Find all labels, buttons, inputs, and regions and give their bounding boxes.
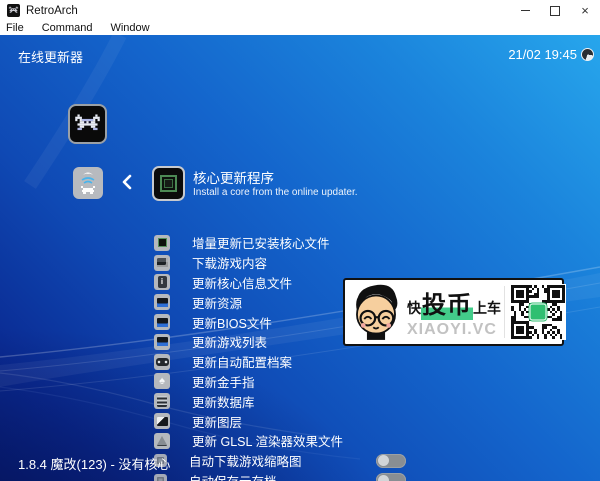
- list-item[interactable]: 自动保存云存档: [154, 471, 454, 481]
- toggle-switch[interactable]: [376, 454, 406, 468]
- list-item[interactable]: 更新图层: [154, 411, 454, 431]
- updater-menu-list: 增量更新已安装核心文件下载游戏内容更新核心信息文件更新资源更新BIOS文件更新游…: [154, 233, 454, 481]
- list-item[interactable]: 更新 GLSL 渲染器效果文件: [154, 431, 454, 451]
- retroarch-invader-glyph: [8, 6, 19, 15]
- menu-file[interactable]: File: [6, 22, 24, 34]
- retroarch-invader-glyph: [73, 114, 102, 135]
- list-item[interactable]: 更新自动配置档案: [154, 352, 454, 372]
- cartoon-avatar: [347, 280, 405, 345]
- core-updater-icon[interactable]: [152, 166, 185, 201]
- list-item[interactable]: 自动下载游戏缩略图: [154, 451, 454, 471]
- watermark-divider: [504, 286, 505, 338]
- retroarch-logo: [68, 104, 107, 144]
- menu-bar: File Command Window: [0, 21, 600, 35]
- chip-icon: [154, 235, 170, 251]
- shader-icon: [154, 433, 170, 449]
- maximize-icon: [550, 6, 560, 16]
- page-title: 在线更新器: [18, 47, 83, 66]
- list-item-label: 自动下载游戏缩略图: [189, 451, 302, 470]
- list-item-label: 更新 GLSL 渲染器效果文件: [192, 431, 343, 450]
- archive-icon: [154, 294, 170, 310]
- list-item-label: 更新自动配置档案: [192, 352, 292, 371]
- online-updater-icon[interactable]: [73, 167, 103, 199]
- back-chevron-icon: [121, 174, 132, 195]
- list-item-label: 增量更新已安装核心文件: [192, 233, 330, 252]
- slogan-emphasis: 投币: [421, 285, 473, 320]
- xmb-stage: 在线更新器 21/02 19:45: [0, 35, 600, 481]
- app-icon: [7, 4, 20, 17]
- version-status: 1.8.4 魔改(123) - 没有核心: [18, 454, 170, 473]
- list-item-label: 自动保存云存档: [189, 471, 277, 481]
- database-icon: [154, 393, 170, 409]
- toggle-switch[interactable]: [376, 473, 406, 481]
- minimize-icon: [521, 10, 530, 11]
- download-waves-glyph: [77, 171, 99, 195]
- qr-code: [510, 284, 566, 340]
- menu-command[interactable]: Command: [42, 22, 93, 34]
- qr-center-logo: [530, 304, 547, 321]
- retroarch-window: RetroArch × File Command Window 在线更新器 21…: [0, 0, 600, 481]
- list-item[interactable]: 更新金手指: [154, 372, 454, 392]
- minimize-button[interactable]: [510, 0, 540, 21]
- overlay-icon: [154, 413, 170, 429]
- slogan-suffix: 上车: [473, 298, 501, 318]
- archive-icon: [154, 334, 170, 350]
- clock-text: 21/02 19:45: [508, 47, 577, 62]
- core-chip-icon: [160, 175, 177, 192]
- list-item-label: 更新图层: [192, 412, 242, 431]
- selected-entry-title: 核心更新程序: [193, 167, 274, 187]
- menu-window[interactable]: Window: [110, 22, 149, 34]
- close-icon: ×: [581, 4, 589, 17]
- info-icon: [154, 274, 170, 290]
- window-title: RetroArch: [26, 5, 78, 17]
- close-button[interactable]: ×: [570, 0, 600, 21]
- gamepad-icon: [154, 354, 170, 370]
- disk-icon: [154, 255, 170, 271]
- list-item-label: 下载游戏内容: [192, 253, 267, 272]
- watermark-slogan: 快 投币 上车: [407, 285, 501, 320]
- battery-icon: [581, 48, 594, 61]
- list-item-label: 更新资源: [192, 293, 242, 312]
- slogan-prefix: 快: [407, 298, 421, 318]
- list-item[interactable]: 下载游戏内容: [154, 253, 454, 273]
- list-item-label: 更新核心信息文件: [192, 273, 292, 292]
- maximize-button[interactable]: [540, 0, 570, 21]
- watermark-banner: 快 投币 上车 XIAOYI.VC: [343, 278, 564, 346]
- clock-area: 21/02 19:45: [508, 47, 594, 62]
- spade-icon: [154, 373, 170, 389]
- list-item[interactable]: 更新数据库: [154, 391, 454, 411]
- archive-icon: [154, 314, 170, 330]
- cloud-icon: [154, 474, 167, 481]
- watermark-site: XIAOYI.VC: [407, 321, 497, 339]
- watermark-text: 快 投币 上车 XIAOYI.VC: [405, 285, 501, 339]
- selected-entry-subtitle: Install a core from the online updater.: [193, 187, 358, 198]
- list-item-label: 更新游戏列表: [192, 332, 267, 351]
- list-item-label: 更新数据库: [192, 392, 255, 411]
- title-bar: RetroArch ×: [0, 0, 600, 21]
- list-item-label: 更新BIOS文件: [192, 313, 272, 332]
- list-item[interactable]: 增量更新已安装核心文件: [154, 233, 454, 253]
- list-item-label: 更新金手指: [192, 372, 255, 391]
